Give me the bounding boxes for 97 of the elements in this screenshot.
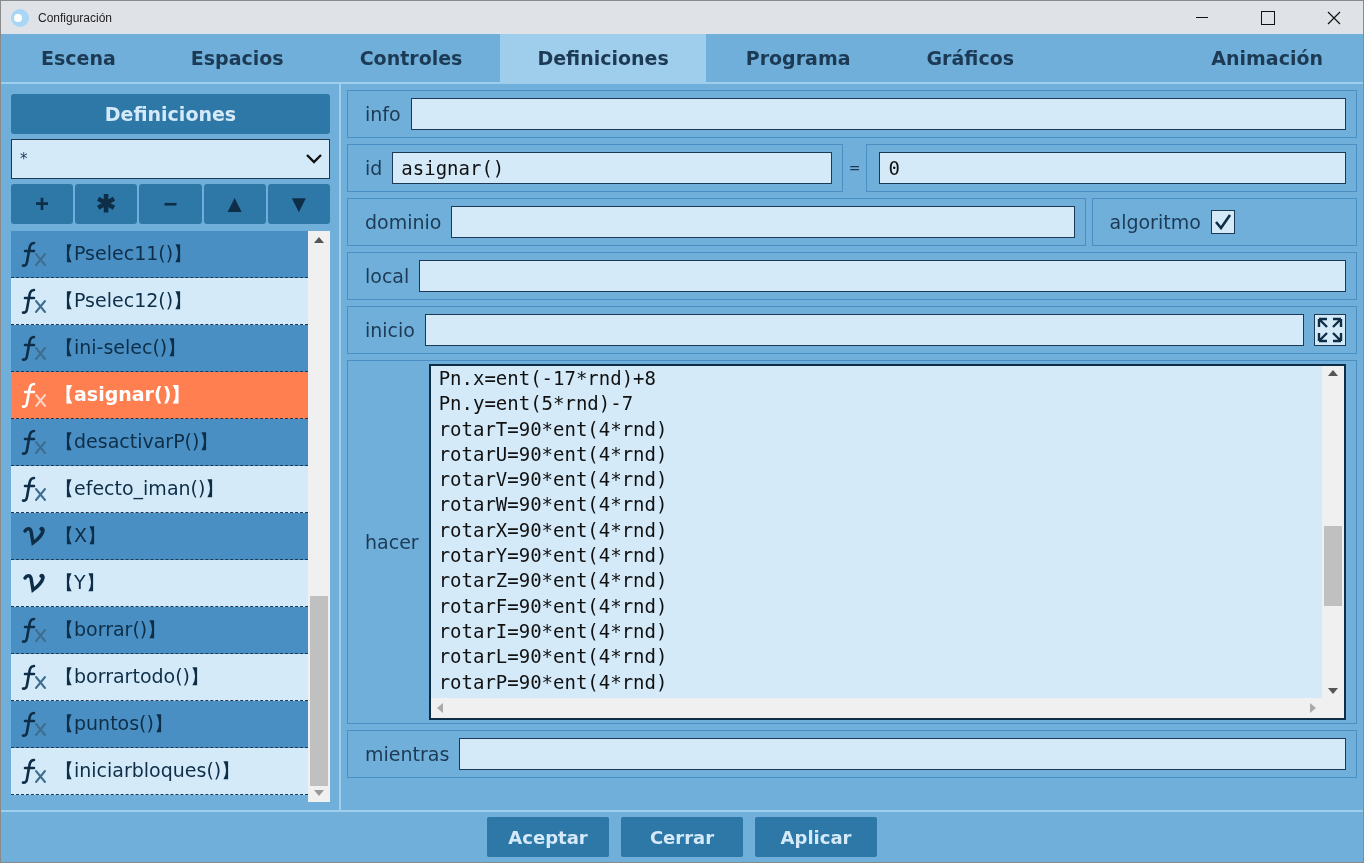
definition-label: 【borrar()】 [55,617,167,642]
function-icon [21,475,49,503]
code-line: rotarX=90*ent(4*rnd) [438,517,669,543]
tab[interactable]: Espacios [152,34,322,82]
code-line: rotarT=90*ent(4*rnd) [438,416,669,442]
expand-icon [1317,317,1343,343]
tab[interactable]: Definiciones [500,34,706,82]
code-editor[interactable] [428,364,1346,720]
minimize-icon [1196,16,1208,19]
code-line: rotarV=90*ent(4*rnd) [438,467,669,493]
scroll-up-icon[interactable] [1328,370,1338,376]
code-line: rotarI=90*ent(4*rnd) [438,618,669,644]
value-field[interactable]: 0 [879,152,1346,184]
local-field[interactable] [419,260,1346,292]
definition-label: 【efecto_iman()】 [55,476,225,502]
code-line: rotarY=90*ent(4*rnd) [438,543,669,569]
code-line: rotarP=90*ent(4*rnd) [438,669,669,695]
dominio-field[interactable] [451,206,1075,238]
function-icon [21,757,49,785]
filter-dropdown[interactable]: * [11,139,330,179]
tab[interactable]: Animación [1174,34,1360,82]
field-label: id [365,157,383,179]
definition-label: 【ini-selec()】 [55,335,187,360]
toolbar-button[interactable]: ▲ [203,184,266,224]
algoritmo-checkbox[interactable] [1210,210,1235,234]
mientras-field[interactable] [459,738,1346,770]
toolbar-button[interactable]: − [139,184,202,224]
chevron-down-icon [305,153,323,165]
tab[interactable]: Controles [321,34,501,82]
app-logo-icon [10,7,30,28]
definition-item[interactable]: 【Pselec12()】 [11,278,308,325]
definition-item[interactable]: 【iniciarbloques()】 [11,748,308,795]
dialog-button[interactable]: Cerrar [621,817,743,857]
definition-item[interactable]: 【ini-selec()】 [11,325,308,372]
function-icon [21,381,49,409]
field-label: dominio [365,211,442,233]
code-line: rotarW=90*ent(4*rnd) [438,492,669,518]
definition-label: 【Y】 [55,570,105,595]
function-icon [21,240,49,268]
definition-item[interactable]: 【borrartodo()】 [11,654,308,701]
definition-item[interactable]: 【X】 [11,513,308,560]
scrollbar-thumb[interactable] [1324,526,1342,606]
function-icon [21,663,49,691]
definition-label: 【borrartodo()】 [55,664,209,689]
info-field[interactable] [410,98,1346,130]
window-title: Configuración [38,10,114,25]
definition-item[interactable]: 【desactivarP()】 [11,419,308,466]
field-label: inicio [365,319,415,341]
id-field[interactable]: asignar() [392,152,832,184]
code-line: rotarZ=90*ent(4*rnd) [438,568,669,594]
function-icon [21,616,49,644]
toolbar-button[interactable]: + [11,184,74,224]
code-line: rotarF=90*ent(4*rnd) [438,593,669,619]
expand-button[interactable] [1314,314,1346,346]
tab[interactable]: Programa [705,34,891,82]
definition-item[interactable]: 【efecto_iman()】 [11,466,308,513]
scrollbar[interactable] [308,231,330,802]
definition-item[interactable]: 【puntos()】 [11,701,308,748]
panel-header: Definiciones [11,94,330,134]
dialog-button[interactable]: Aplicar [755,817,877,857]
function-icon [21,334,49,362]
maximize-icon [1261,10,1275,25]
field-label: local [365,265,410,287]
function-icon [21,287,49,315]
toolbar-button[interactable]: ✱ [75,184,138,224]
field-label: hacer [365,531,419,553]
toolbar-button[interactable]: ▼ [267,184,330,224]
function-icon [21,710,49,738]
field-label: algoritmo [1109,211,1201,233]
tab[interactable]: Gráficos [890,34,1050,82]
definition-label: 【X】 [55,523,107,548]
definition-label: 【Pselec11()】 [55,241,193,266]
code-line: rotarL=90*ent(4*rnd) [438,644,669,670]
code-line: Pn.x=ent(-17*rnd)+8 [438,366,657,391]
definition-label: 【Pselec12()】 [55,288,193,313]
dialog-button[interactable]: Aceptar [487,817,609,857]
scroll-down-icon[interactable] [1328,688,1338,694]
definition-item[interactable]: 【asignar()】 [11,372,308,419]
equals-sign: = [848,160,861,176]
definition-label: 【puntos()】 [55,711,173,736]
scrollbar-thumb[interactable] [310,596,328,786]
code-line: rotarU=90*ent(4*rnd) [438,441,669,467]
field-label: mientras [365,743,450,765]
scroll-up-icon[interactable] [314,237,324,243]
inicio-field[interactable] [424,314,1304,346]
checkmark-icon [1213,214,1232,230]
function-icon [21,428,49,456]
definition-item[interactable]: 【Y】 [11,560,308,607]
definition-item[interactable]: 【borrar()】 [11,607,308,654]
code-line: Pn.y=ent(5*rnd)-7 [438,391,635,417]
definition-label: 【desactivarP()】 [55,429,219,454]
close-icon [1327,10,1341,25]
definition-item[interactable]: 【Pselec11()】 [11,231,308,278]
definition-label: 【iniciarbloques()】 [55,758,241,783]
definition-label: 【asignar()】 [55,382,191,407]
field-label: info [365,103,401,125]
tab[interactable]: Escena [4,34,153,82]
